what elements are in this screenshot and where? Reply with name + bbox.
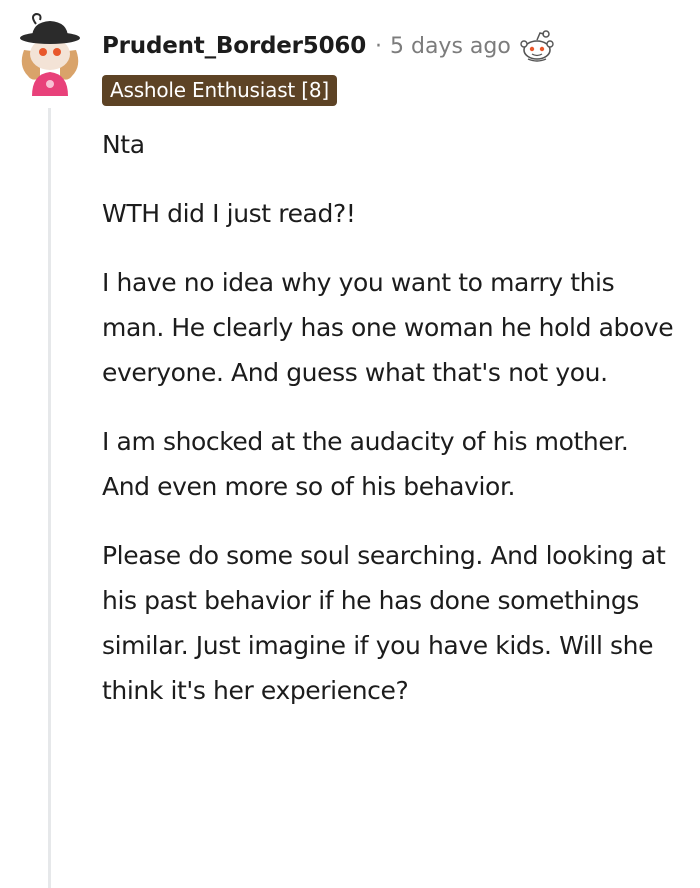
separator-dot: · <box>375 33 382 59</box>
timestamp[interactable]: 5 days ago <box>390 34 511 59</box>
user-avatar-icon[interactable] <box>14 12 86 96</box>
comment-body: Nta WTH did I just read?! I have no idea… <box>102 122 682 737</box>
comment-paragraph: WTH did I just read?! <box>102 199 356 228</box>
username-link[interactable]: Prudent_Border5060 <box>102 33 366 59</box>
snoo-award-icon[interactable] <box>519 29 555 63</box>
comment-header: Prudent_Border5060 · 5 days ago <box>102 26 555 66</box>
thread-line[interactable] <box>48 108 51 888</box>
comment-paragraph: I have no idea why you want to marry thi… <box>102 268 674 387</box>
comment-paragraph: Nta <box>102 130 145 159</box>
comment-paragraph: I am shocked at the audacity of his moth… <box>102 427 629 501</box>
comment-paragraph: Please do some soul searching. And looki… <box>102 541 666 705</box>
user-flair: Asshole Enthusiast [8] <box>102 75 337 106</box>
